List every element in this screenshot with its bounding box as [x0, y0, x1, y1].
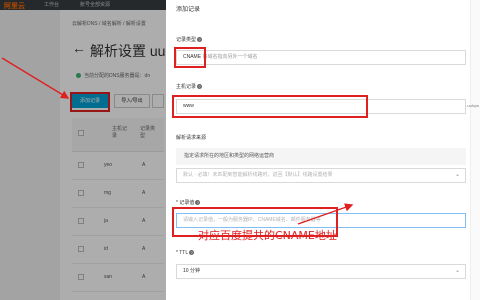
record-type-select[interactable]: CNAME 将域名指向另外一个域名 — [176, 50, 466, 65]
resolution-line-note: 指定请求所在的地区和类型的网络运营商 — [176, 148, 466, 165]
help-icon[interactable]: ? — [195, 200, 201, 206]
chevron-down-icon: ⌄ — [454, 268, 460, 274]
drawer-title: 添加记录 — [176, 7, 201, 13]
ttl-value: 10 分钟 — [183, 268, 200, 274]
chevron-down-icon: ⌄ — [454, 172, 460, 178]
drawer-scroll-edge[interactable]: .uuhyw — [466, 0, 480, 300]
resolution-line-label: 解析请求来源 — [176, 135, 207, 141]
resolution-line-placeholder: 默认 - 必填！未匹配到智能解析线路时，返回【默认】线路设置结果 — [183, 172, 333, 178]
host-record-highlight — [172, 95, 368, 118]
record-type-hint: 将域名指向另外一个域名 — [202, 54, 258, 60]
help-icon[interactable]: ? — [189, 250, 195, 256]
help-icon[interactable]: ? — [197, 37, 203, 43]
record-type-highlight — [174, 47, 206, 68]
overlay-mask[interactable] — [0, 0, 166, 300]
ttl-label: * TTL? — [176, 250, 195, 256]
host-record-label: 主机记录? — [176, 84, 203, 90]
add-record-drawer: 添加记录 记录类型? CNAME 将域名指向另外一个域名 主机记录? www 解… — [166, 0, 480, 300]
host-suffix: .uuhyw — [466, 103, 479, 108]
resolution-line-select[interactable]: 默认 - 必填！未匹配到智能解析线路时，返回【默认】线路设置结果 ⌄ — [176, 168, 466, 183]
ttl-select[interactable]: 10 分钟 ⌄ — [176, 264, 466, 279]
help-icon[interactable]: ? — [197, 84, 203, 90]
record-value-label: * 记录值? — [176, 200, 201, 206]
annotation-text: 对应百度提共的CNAME地址 — [198, 229, 337, 242]
record-type-label: 记录类型? — [176, 37, 203, 43]
